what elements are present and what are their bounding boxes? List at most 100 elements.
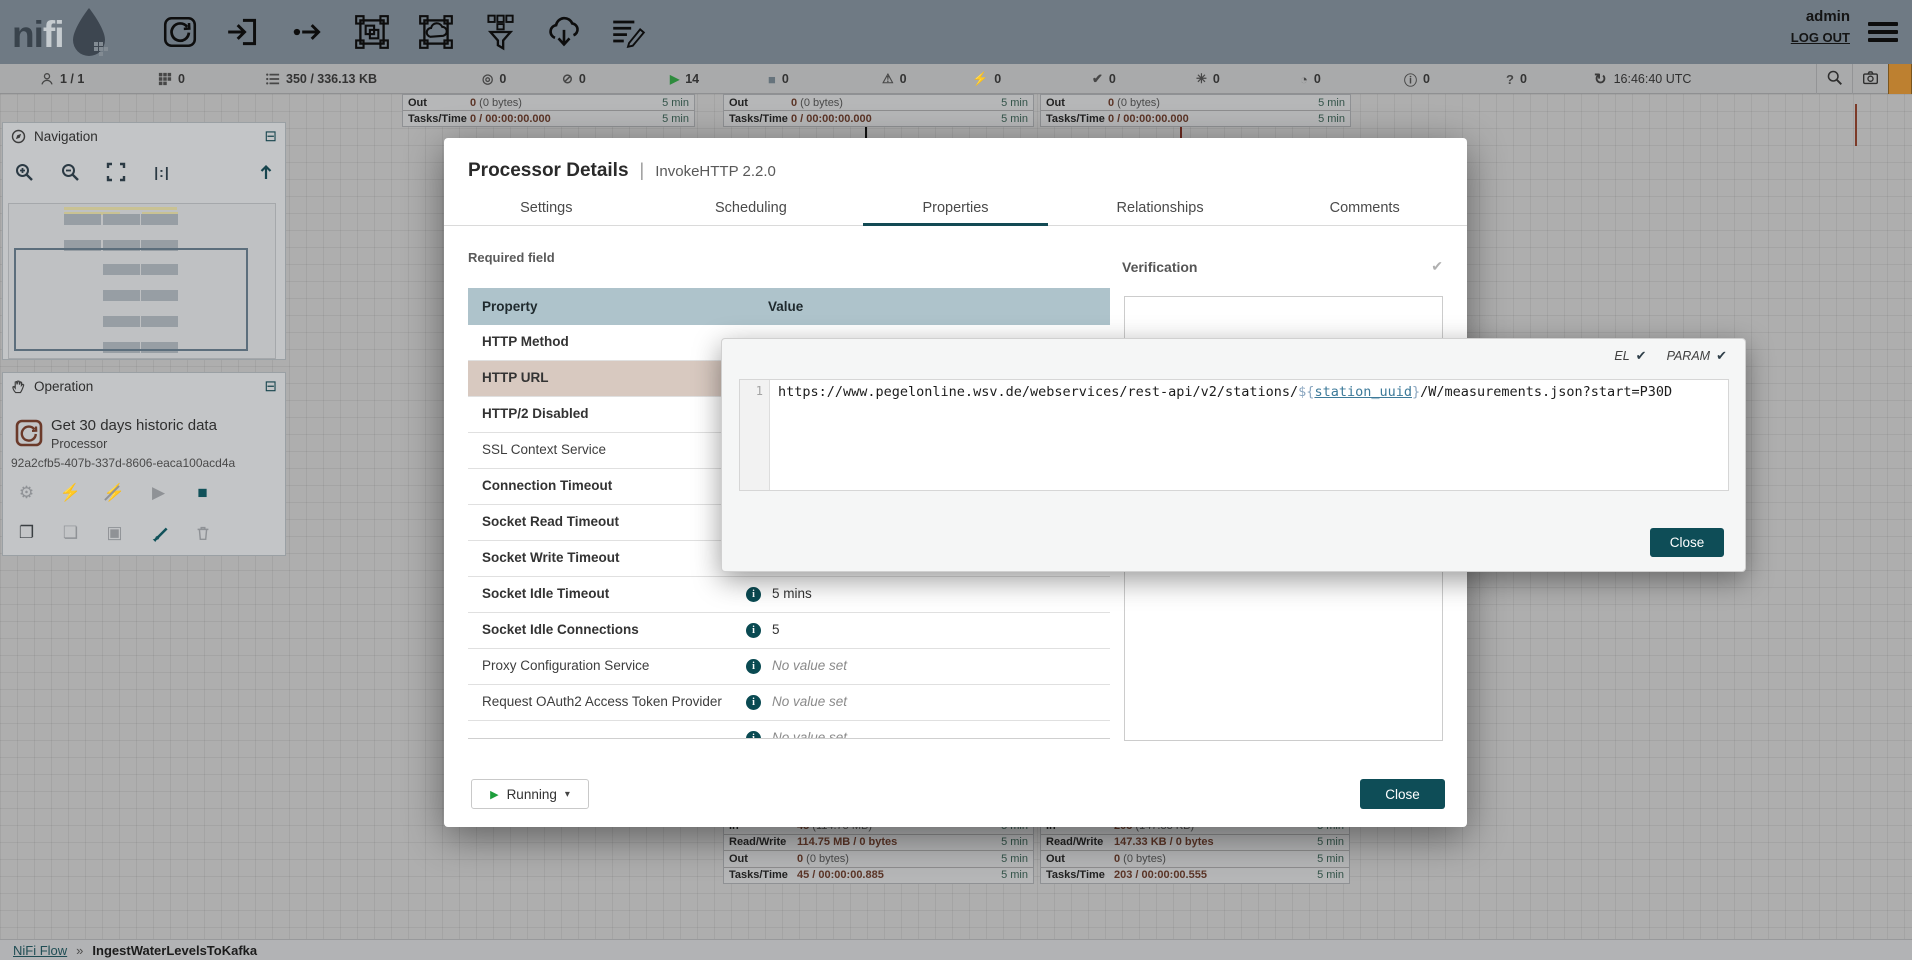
stat-row: Read/Write114.75 MB / 0 bytes5 min bbox=[724, 834, 1033, 851]
enable-button[interactable]: ⚡ bbox=[59, 481, 82, 504]
properties-table-header: Property Value bbox=[468, 288, 1110, 325]
property-row[interactable]: iNo value set bbox=[468, 721, 1110, 739]
dialog-tabs: SettingsSchedulingPropertiesRelationship… bbox=[444, 190, 1467, 226]
stat-row: Out0 (0 bytes)5 min bbox=[1041, 95, 1350, 110]
nifi-application: Out0 (0 bytes)5 minTasks/Time0 / 00:00:0… bbox=[0, 0, 1912, 960]
stat-label: Out bbox=[1046, 853, 1114, 865]
compass-icon bbox=[11, 129, 26, 144]
value-text[interactable]: https://www.pegelonline.wsv.de/webservic… bbox=[770, 380, 1728, 490]
property-row[interactable]: Socket Idle Timeouti5 mins bbox=[468, 577, 1110, 613]
orange-indicator-button[interactable] bbox=[1888, 64, 1912, 94]
navigation-panel: Navigation ⊟ |:| bbox=[2, 122, 286, 360]
stat-value: 0 / 00:00:00.000 bbox=[1108, 113, 1303, 125]
template-icon[interactable] bbox=[542, 10, 586, 54]
property-info-icon[interactable]: i bbox=[746, 659, 761, 674]
stat-window: 5 min bbox=[647, 97, 689, 109]
tab-settings[interactable]: Settings bbox=[444, 190, 649, 225]
selected-component-type: Processor bbox=[51, 437, 107, 451]
output-port-icon[interactable] bbox=[286, 10, 330, 54]
property-info-icon[interactable]: i bbox=[746, 695, 761, 710]
processor-stats-table: Out0 (0 bytes)5 minTasks/Time0 / 00:00:0… bbox=[402, 94, 695, 127]
zoom-out-button[interactable] bbox=[59, 161, 81, 183]
leave-group-button[interactable] bbox=[255, 161, 277, 183]
check-icon: ✔ bbox=[1636, 348, 1647, 364]
status-value: 350 / 336.13 KB bbox=[286, 72, 377, 86]
status-invalid: ⚠0 bbox=[882, 64, 907, 94]
logo-text: ni bbox=[12, 14, 43, 55]
breadcrumb: NiFi Flow » IngestWaterLevelsToKafka bbox=[0, 939, 1912, 960]
processor-stats-table: Out0 (0 bytes)5 minTasks/Time0 / 00:00:0… bbox=[723, 94, 1034, 127]
property-info-icon[interactable]: i bbox=[746, 731, 761, 739]
funnel-icon[interactable] bbox=[478, 10, 522, 54]
input-port-icon[interactable] bbox=[222, 10, 266, 54]
refresh-status[interactable]: ↻ 16:46:40 UTC bbox=[1594, 64, 1691, 94]
tab-relationships[interactable]: Relationships bbox=[1058, 190, 1263, 225]
property-row[interactable]: Request OAuth2 Access Token ProvideriNo … bbox=[468, 685, 1110, 721]
grid-icon bbox=[158, 72, 172, 86]
minimap-component bbox=[64, 214, 101, 225]
zoom-in-button[interactable] bbox=[13, 161, 35, 183]
property-row[interactable]: Proxy Configuration ServiceiNo value set bbox=[468, 649, 1110, 685]
status-not-transmitting: ⊘0 bbox=[562, 64, 586, 94]
zoom-actual-button[interactable]: |:| bbox=[151, 161, 173, 183]
dialog-title: Processor Details bbox=[468, 160, 629, 182]
color-button[interactable] bbox=[147, 521, 170, 544]
minimap-viewport[interactable] bbox=[14, 248, 248, 351]
processor-icon[interactable] bbox=[158, 10, 202, 54]
breadcrumb-separator: » bbox=[76, 943, 83, 958]
stat-window: 5 min bbox=[647, 113, 689, 125]
disable-button[interactable]: ⚡ bbox=[103, 481, 126, 504]
collapse-icon[interactable]: ⊟ bbox=[264, 129, 277, 144]
stat-row: Out0 (0 bytes)5 min bbox=[1041, 850, 1349, 867]
property-name: HTTP URL bbox=[482, 370, 549, 385]
zoom-fit-button[interactable] bbox=[105, 161, 127, 183]
dialog-close-button[interactable]: Close bbox=[1360, 779, 1445, 809]
label-icon[interactable] bbox=[606, 10, 650, 54]
stat-value: 147.33 KB / 0 bytes bbox=[1114, 836, 1302, 848]
snapshot-button[interactable] bbox=[1852, 64, 1888, 94]
property-value: 5 mins bbox=[772, 586, 812, 601]
stat-label: Tasks/Time bbox=[1046, 113, 1108, 125]
global-menu-button[interactable] bbox=[1868, 18, 1898, 44]
editor-close-button[interactable]: Close bbox=[1650, 528, 1724, 557]
stat-value: 203 / 00:00:00.555 bbox=[1114, 869, 1302, 881]
paste-button[interactable]: ❏ bbox=[59, 521, 82, 544]
run-state-button[interactable]: ▶ Running ▾ bbox=[471, 779, 589, 809]
camera-icon bbox=[1862, 69, 1879, 89]
stat-label: Tasks/Time bbox=[408, 113, 470, 125]
process-group-icon[interactable] bbox=[350, 10, 394, 54]
breadcrumb-root-link[interactable]: NiFi Flow bbox=[13, 943, 67, 958]
logout-link[interactable]: LOG OUT bbox=[1791, 30, 1850, 45]
property-info-icon[interactable]: i bbox=[746, 623, 761, 638]
search-button[interactable] bbox=[1816, 64, 1852, 94]
start-button[interactable]: ▶ bbox=[147, 481, 170, 504]
stat-window: 5 min bbox=[1303, 97, 1345, 109]
stat-value: 45 / 00:00:00.885 bbox=[797, 869, 986, 881]
status-value: 14 bbox=[685, 72, 699, 86]
property-info-icon[interactable]: i bbox=[746, 587, 761, 602]
delete-button[interactable] bbox=[191, 521, 214, 544]
value-code-editor[interactable]: 1 https://www.pegelonline.wsv.de/webserv… bbox=[739, 379, 1729, 491]
tab-scheduling[interactable]: Scheduling bbox=[649, 190, 854, 225]
birdseye-minimap[interactable] bbox=[8, 203, 276, 359]
property-name: SSL Context Service bbox=[482, 442, 606, 457]
user-block: admin LOG OUT bbox=[1791, 8, 1850, 45]
configure-button[interactable]: ⚙ bbox=[15, 481, 38, 504]
verification-check-icon[interactable]: ✔ bbox=[1431, 258, 1443, 275]
tab-comments[interactable]: Comments bbox=[1262, 190, 1467, 225]
running-play-icon: ▶ bbox=[490, 788, 498, 801]
status-active-threads: 0 bbox=[158, 64, 185, 94]
collapse-icon[interactable]: ⊟ bbox=[264, 379, 277, 394]
remote-process-group-icon[interactable] bbox=[414, 10, 458, 54]
hand-icon bbox=[11, 379, 26, 394]
copy-button[interactable]: ❐ bbox=[15, 521, 38, 544]
group-button[interactable]: ▣ bbox=[103, 521, 126, 544]
tab-properties[interactable]: Properties bbox=[853, 190, 1058, 225]
dialog-title-separator: | bbox=[640, 160, 645, 181]
status-sync-failure: ?0 bbox=[1506, 64, 1527, 94]
status-up-to-date: ✔0 bbox=[1092, 64, 1116, 94]
stat-window: 5 min bbox=[1302, 853, 1344, 865]
minimap-component bbox=[141, 214, 178, 225]
stop-button[interactable]: ■ bbox=[191, 481, 214, 504]
property-row[interactable]: Socket Idle Connectionsi5 bbox=[468, 613, 1110, 649]
